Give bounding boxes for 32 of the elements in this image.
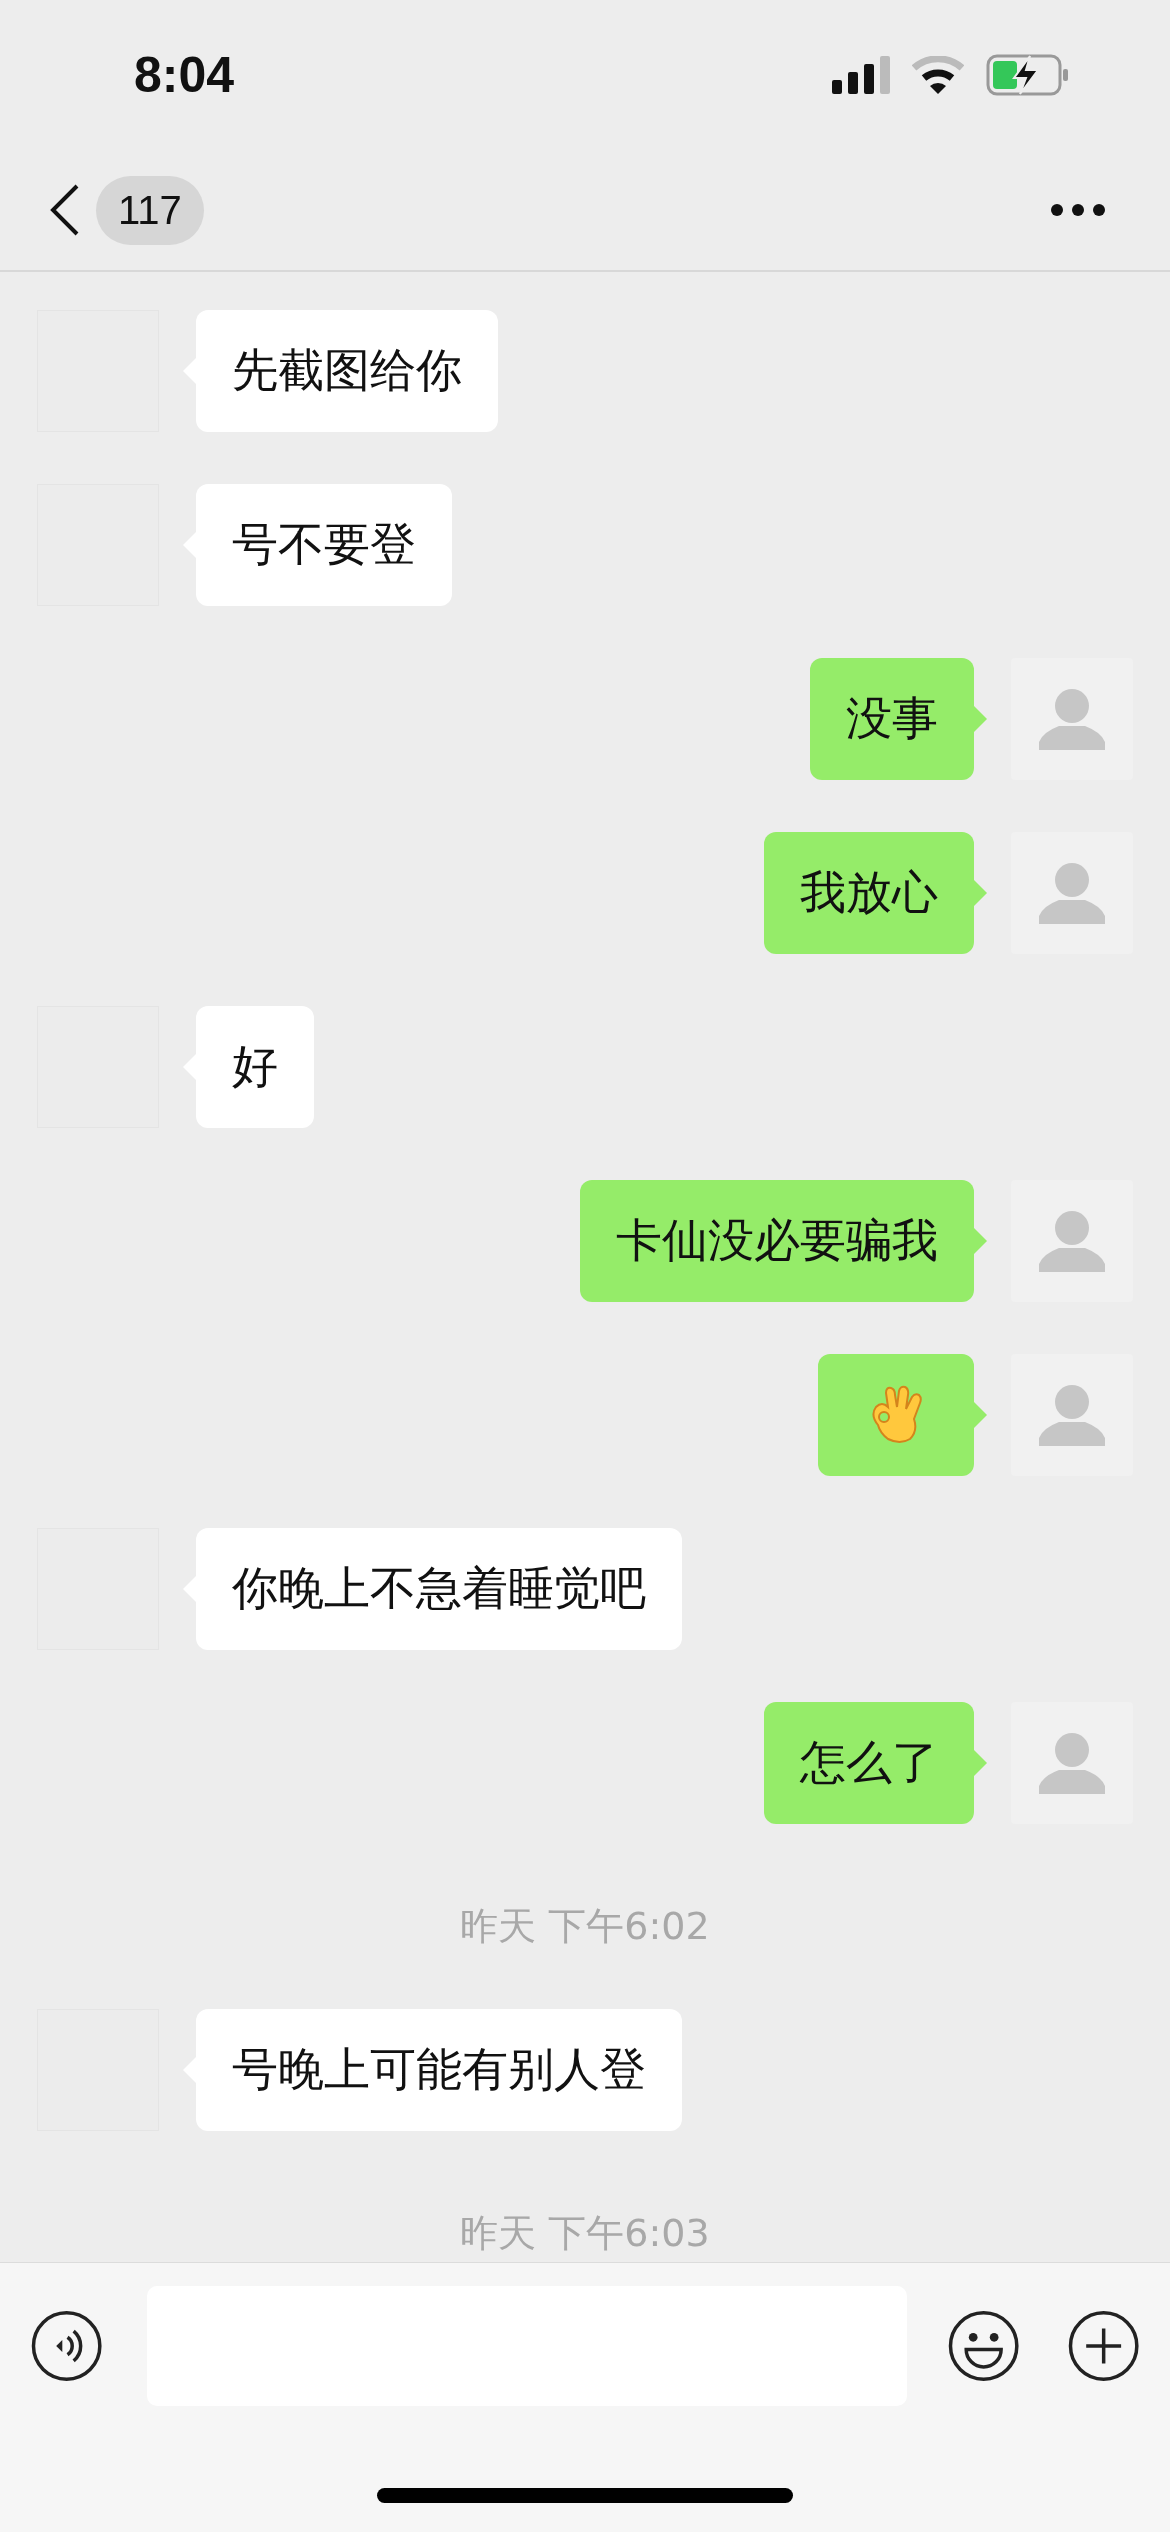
unread-count-badge[interactable]: 117 [96, 175, 204, 245]
message-bubble: 号晚上可能有别人登 [196, 2009, 682, 2131]
message-bubble: 好 [196, 1006, 314, 1128]
message-bubble: 没事 [810, 658, 974, 780]
bubble-tail [974, 1228, 987, 1254]
avatar[interactable] [1011, 1702, 1133, 1824]
wifi-icon [912, 56, 964, 94]
person-icon [1039, 1384, 1105, 1446]
bubble-tail [974, 1750, 987, 1776]
avatar[interactable] [1011, 832, 1133, 954]
timestamp: 昨天 下午6:02 [460, 1903, 710, 1950]
message-bubble: 号不要登 [196, 484, 452, 606]
person-icon [1039, 1210, 1105, 1272]
message-bubble: 怎么了 [764, 1702, 974, 1824]
person-icon [1039, 862, 1105, 924]
message-bubble: 卡仙没必要骗我 [580, 1180, 974, 1302]
person-icon [1039, 1732, 1105, 1794]
person-icon [1039, 688, 1105, 750]
bubble-tail [974, 880, 987, 906]
message-bubble: 先截图给你 [196, 310, 498, 432]
more-icon[interactable] [1050, 203, 1106, 217]
message-bubble: 我放心 [764, 832, 974, 954]
message-bubble: 你晚上不急着睡觉吧 [196, 1528, 682, 1650]
avatar[interactable] [1011, 1354, 1133, 1476]
avatar[interactable] [1011, 1180, 1133, 1302]
battery-icon [986, 54, 1070, 96]
signal-icon [832, 56, 890, 94]
timestamp: 昨天 下午6:03 [460, 2210, 710, 2257]
bubble-tail [974, 706, 987, 732]
back-icon[interactable] [50, 184, 80, 236]
status-time: 8:04 [134, 46, 235, 104]
avatar[interactable] [1011, 658, 1133, 780]
